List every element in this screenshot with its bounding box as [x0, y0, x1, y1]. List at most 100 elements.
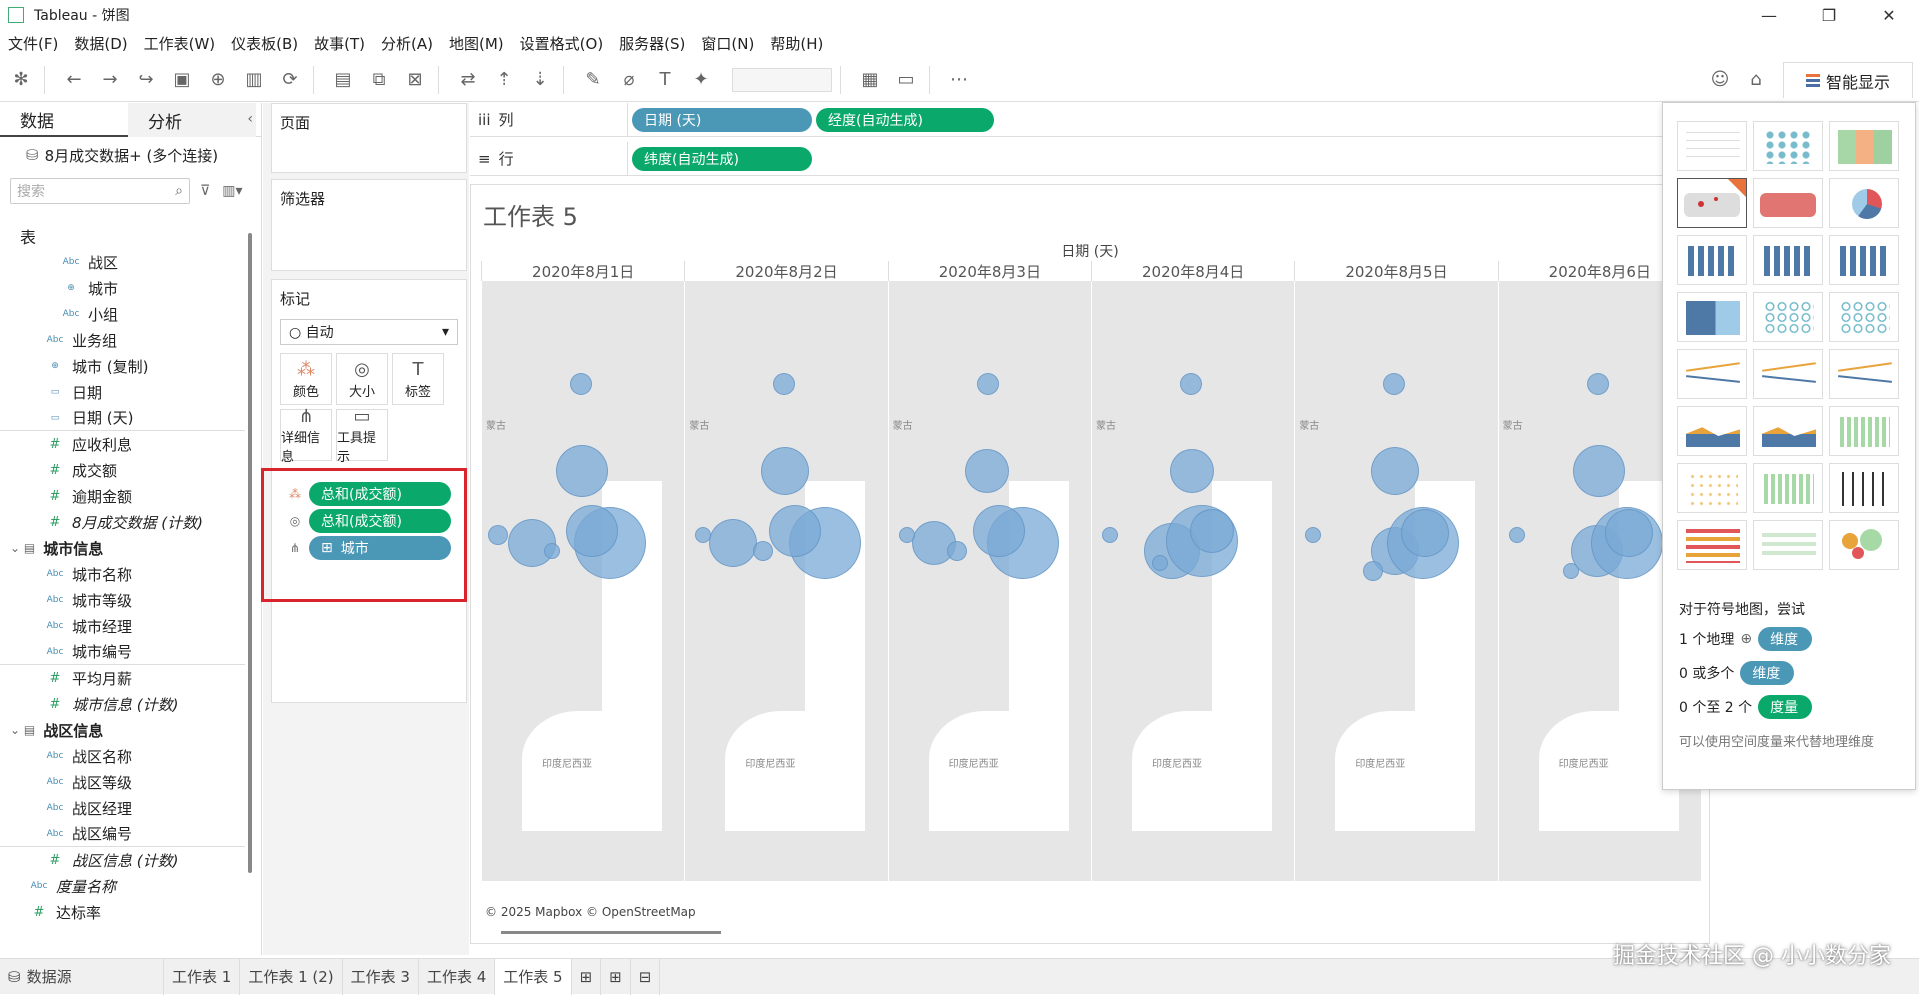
- fit-dropdown[interactable]: [732, 67, 832, 92]
- field-item[interactable]: ⌄ ▤ 城市信息: [0, 535, 245, 561]
- city-bubble[interactable]: [566, 505, 618, 557]
- restore-icon[interactable]: ❐: [1799, 0, 1859, 30]
- city-bubble[interactable]: [946, 541, 967, 561]
- field-item[interactable]: # 城市信息 (计数): [0, 691, 245, 717]
- pill-date-day[interactable]: 日期 (天): [632, 107, 812, 132]
- city-bubble[interactable]: [544, 543, 560, 559]
- field-item[interactable]: Abc 城市编号: [0, 639, 245, 665]
- menu-map[interactable]: 地图(M): [449, 33, 504, 54]
- mark-type-dropdown[interactable]: ○ 自动 ▾: [280, 319, 458, 345]
- refresh-icon[interactable]: ⟳: [275, 65, 305, 95]
- horizontal-scrollbar[interactable]: [501, 931, 721, 934]
- city-bubble[interactable]: [1101, 527, 1118, 543]
- map-panel[interactable]: 蒙古 印度尼西亚: [1090, 281, 1295, 915]
- share-icon[interactable]: ⋯: [944, 65, 974, 95]
- menu-dashboard[interactable]: 仪表板(B): [231, 33, 298, 54]
- chart-type-dual-combo[interactable]: [1829, 349, 1899, 399]
- field-item[interactable]: 表: [0, 223, 245, 249]
- chart-type-heat-map[interactable]: [1753, 121, 1823, 171]
- chart-type-pie[interactable]: [1829, 178, 1899, 228]
- tooltip-button[interactable]: ▭ 工具提示: [336, 406, 388, 465]
- field-item[interactable]: # 成交额: [0, 457, 245, 483]
- panel-header[interactable]: 2020年8月4日: [1090, 261, 1294, 281]
- city-bubble[interactable]: [1189, 509, 1234, 553]
- chart-type-hbar[interactable]: [1677, 235, 1747, 285]
- chart-type-filled-map[interactable]: [1753, 178, 1823, 228]
- chart-type-treemap[interactable]: [1677, 292, 1747, 342]
- city-bubble[interactable]: [976, 373, 999, 395]
- map-panels[interactable]: 蒙古 印度尼西亚 蒙古 印度尼西亚 蒙古 印度尼西亚 蒙古 印度尼西亚 蒙古 印度尼西亚 蒙古 印度尼…: [481, 281, 1701, 915]
- field-item[interactable]: ⌄ ▤ 战区信息: [0, 717, 245, 743]
- city-bubble[interactable]: [769, 505, 822, 557]
- field-item[interactable]: #8月成交数据 (计数): [0, 509, 245, 535]
- view-options-icon[interactable]: ▥▾: [222, 183, 242, 199]
- field-item[interactable]: # 战区信息 (计数): [0, 847, 245, 873]
- map-panel[interactable]: 蒙古 印度尼西亚: [1294, 281, 1498, 915]
- menu-analysis[interactable]: 分析(A): [381, 33, 433, 54]
- field-item[interactable]: Abc 战区名称: [0, 743, 245, 769]
- city-bubble[interactable]: [1179, 373, 1202, 395]
- city-bubble[interactable]: [570, 373, 592, 395]
- panel-header[interactable]: 2020年8月5日: [1294, 261, 1497, 281]
- city-bubble[interactable]: [1586, 373, 1609, 395]
- city-bubble[interactable]: [1604, 509, 1653, 557]
- sort-desc-icon[interactable]: ⇣: [525, 65, 555, 95]
- highlight-icon[interactable]: ✎: [578, 65, 608, 95]
- pages-card[interactable]: 页面: [271, 103, 467, 173]
- menu-data[interactable]: 数据(D): [74, 33, 127, 54]
- field-item[interactable]: # 逾期金额: [0, 483, 245, 509]
- new-dashboard-icon[interactable]: ⊞: [601, 958, 631, 995]
- city-bubble[interactable]: [1508, 527, 1525, 543]
- pill-longitude[interactable]: 经度(自动生成): [816, 107, 994, 132]
- map-panel[interactable]: 蒙古 印度尼西亚: [481, 281, 685, 915]
- field-item[interactable]: # 应收利息: [0, 431, 245, 457]
- field-item[interactable]: Abc 战区经理: [0, 795, 245, 821]
- close-icon[interactable]: ✕: [1859, 0, 1919, 30]
- chart-type-circle-view[interactable]: [1753, 292, 1823, 342]
- city-bubble[interactable]: [972, 505, 1025, 557]
- tableau-home-icon[interactable]: ✻: [6, 65, 36, 95]
- search-input[interactable]: 搜索 ⌕: [10, 178, 190, 204]
- city-bubble[interactable]: [761, 447, 810, 495]
- field-item[interactable]: Abc 战区: [0, 249, 245, 275]
- map-panel[interactable]: 蒙古 印度尼西亚: [684, 281, 888, 915]
- duplicate-sheet-icon[interactable]: ⧉: [364, 65, 394, 95]
- sheet-tab-3[interactable]: 工作表 3: [343, 958, 419, 995]
- city-bubble[interactable]: [1572, 445, 1625, 497]
- chart-type-highlight-table[interactable]: [1829, 121, 1899, 171]
- sheet-tab-4[interactable]: 工作表 4: [419, 958, 496, 995]
- field-item[interactable]: ⊕ 城市 (复制): [0, 353, 245, 379]
- chart-type-area[interactable]: [1677, 406, 1747, 456]
- field-item[interactable]: Abc 城市经理: [0, 613, 245, 639]
- city-bubble[interactable]: [488, 525, 508, 545]
- panel-header[interactable]: 2020年8月3日: [887, 261, 1091, 281]
- worksheet-view[interactable]: 工作表 5 日期 (天) 2020年8月1日 2020年8月2日 2020年8月3日…: [470, 184, 1710, 944]
- scrollbar[interactable]: [248, 233, 252, 873]
- chart-type-bullet[interactable]: [1753, 520, 1823, 570]
- pause-updates-icon[interactable]: ▥: [239, 65, 269, 95]
- city-bubble[interactable]: [1169, 449, 1214, 493]
- city-bubble[interactable]: [964, 449, 1009, 493]
- city-bubble[interactable]: [1363, 561, 1384, 581]
- city-bubble[interactable]: [709, 519, 758, 567]
- chart-type-stacked-hbar[interactable]: [1753, 235, 1823, 285]
- city-bubble[interactable]: [1401, 509, 1450, 557]
- city-bubble[interactable]: [556, 445, 608, 497]
- chart-type-histogram[interactable]: [1753, 463, 1823, 513]
- group-icon[interactable]: ⌀: [614, 65, 644, 95]
- label-icon[interactable]: T: [650, 65, 680, 95]
- city-bubble[interactable]: [1305, 527, 1322, 543]
- datasource-connection[interactable]: ⛁ 8月成交数据+ (多个连接): [0, 137, 261, 173]
- city-bubble[interactable]: [898, 527, 915, 543]
- menu-server[interactable]: 服务器(S): [619, 33, 685, 54]
- field-item[interactable]: ▭ 日期: [0, 379, 245, 405]
- new-sheet-icon[interactable]: ▤: [328, 65, 358, 95]
- panel-header[interactable]: 2020年8月2日: [684, 261, 887, 281]
- map-panel[interactable]: 蒙古 印度尼西亚: [887, 281, 1091, 915]
- color-button[interactable]: ⁂ 颜色: [280, 353, 332, 405]
- new-datasource-icon[interactable]: ⊕: [203, 65, 233, 95]
- chart-type-area-disc[interactable]: [1753, 406, 1823, 456]
- chart-type-hist-bars[interactable]: [1829, 406, 1899, 456]
- menu-story[interactable]: 故事(T): [314, 33, 365, 54]
- replay-icon[interactable]: ↪: [131, 65, 161, 95]
